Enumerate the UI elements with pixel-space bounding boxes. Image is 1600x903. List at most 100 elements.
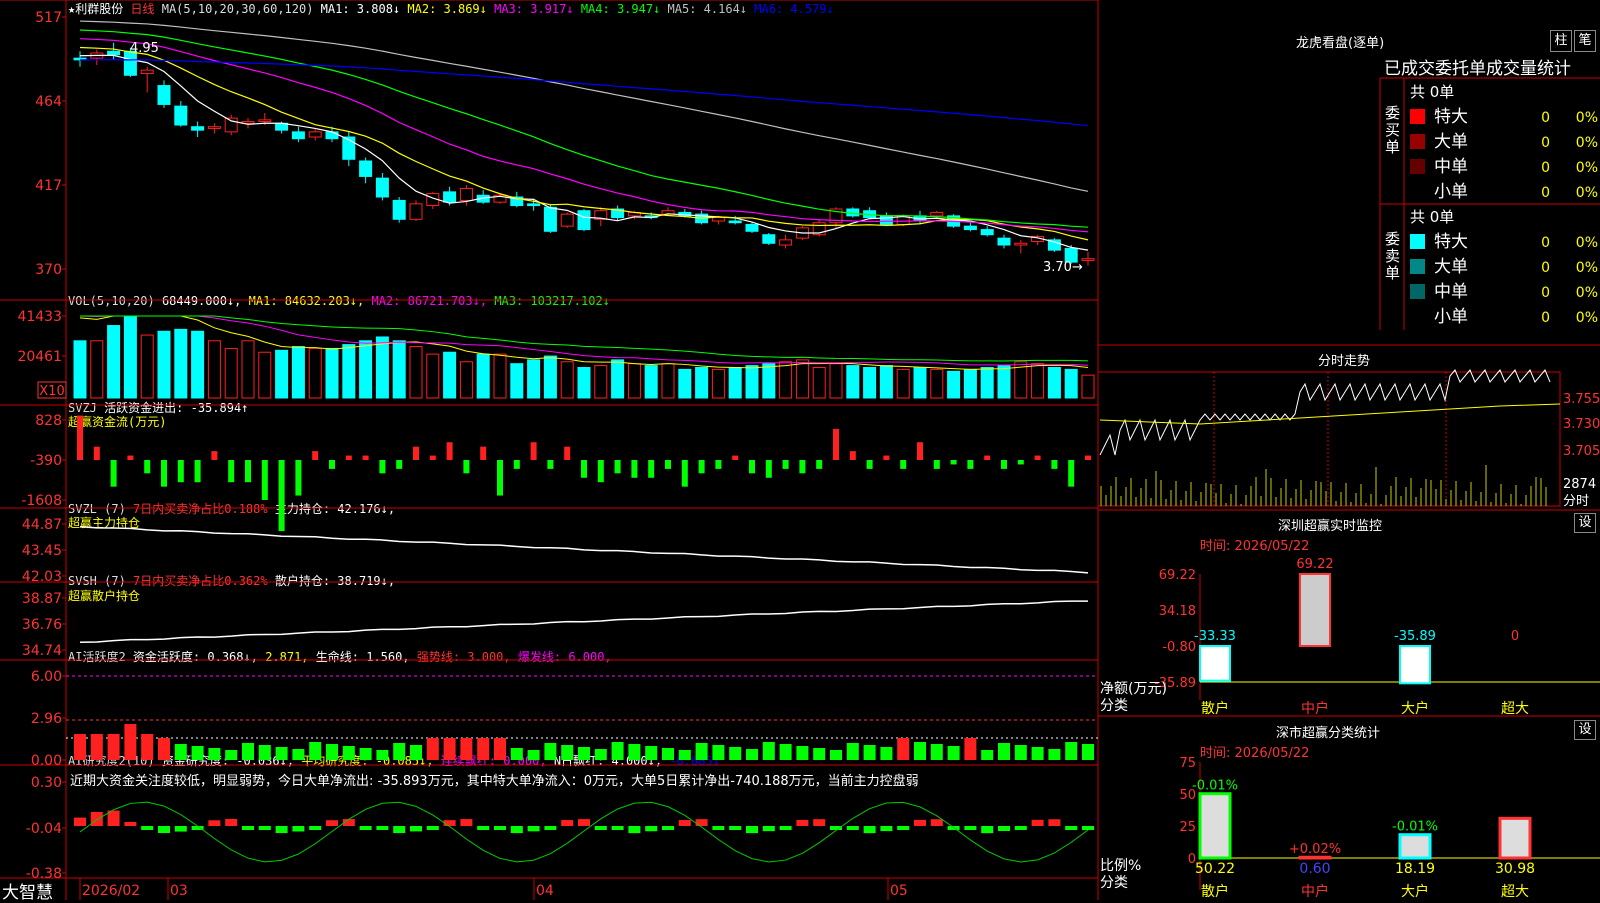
fund-flow-bar [429,455,436,460]
fund-flow-bar [177,460,184,483]
sell-row-swatch [1410,284,1425,299]
research-bar [1065,826,1078,830]
candle-body [174,105,188,126]
sell-row-label: 特大 [1434,232,1468,252]
activity-bar [275,747,288,760]
class-yname-1: 比例% [1100,858,1141,874]
chart-canvas[interactable]: 4.95 3.70→ 特大 0 0% 大单 0 0% 中单 0 0% 小单 0 0% 特大 0 0% 大单 0 0%… [0,0,1600,900]
sell-row-count: 0 [1541,235,1550,251]
activity-bar [258,745,271,760]
research-bar [460,819,473,826]
buy-row-pct: 0% [1576,110,1598,126]
activity-bar [1048,749,1061,760]
class-bar-value: 18.19 [1395,861,1435,877]
research-bar [326,820,338,826]
fund-flow-bar [581,460,587,478]
class-category: 大户 [1401,883,1429,900]
research-bar [376,826,389,830]
research-bar [611,826,624,830]
svzj-tick: -1608 [21,493,62,509]
monitor-bar [1399,645,1431,685]
activity-bar [326,744,338,760]
fund-flow-bar [866,460,873,469]
volume-bar [258,351,272,399]
candle-body [325,131,339,140]
price-tick: 370 [35,262,62,278]
buy-row-pct: 0% [1576,185,1598,201]
volume-bar [913,366,927,399]
monitor-bar-value: 0 [1511,629,1519,644]
class-change: +0.02% [1289,842,1341,857]
class-bar-value: 0.60 [1299,861,1330,877]
research-bar [914,819,926,826]
volume-bar [577,366,591,399]
monitor-bar [1199,645,1231,682]
fund-flow-bar [362,455,369,460]
research-bar [846,826,859,830]
fund-flow-bar [1017,460,1024,465]
research-bar [174,826,187,832]
low-annotation: 3.70→ [1043,260,1083,275]
fund-flow-bar [379,460,386,474]
sell-row-count: 0 [1541,310,1550,326]
volume-bar [695,366,709,399]
buy-row-label: 特大 [1434,107,1468,127]
research-bar [813,819,826,826]
fund-flow-bar [295,460,302,496]
class-bar [1298,855,1332,860]
candle-body [359,160,373,177]
fund-flow-bar [127,455,134,460]
volume-bar [930,368,944,399]
activity-bar [561,745,574,760]
research-bar [796,819,809,826]
volume-bar [560,361,574,399]
fund-flow-bar [312,451,319,460]
candle-body [1014,242,1028,246]
price-tick: 517 [35,10,62,26]
fund-flow-bar [698,460,705,474]
activity-bar [527,750,540,760]
research-bar [645,826,658,832]
intraday-tick: 3.730 [1563,417,1600,432]
research-bar [544,826,557,830]
fund-flow-bar [883,455,890,460]
fund-flow-bar [782,460,789,469]
fund-flow-bar [1001,460,1007,469]
fund-flow-bar [849,451,856,460]
fund-flow-bar [681,460,688,487]
candle-body [140,69,154,75]
activity-bar [477,738,490,760]
main-holding-line [79,525,1089,574]
activity-bar [981,750,994,760]
volume-bar [711,368,725,399]
volume-bar [275,349,289,399]
sell-row-pct: 0% [1576,260,1598,276]
research-bar [292,826,305,832]
vol-tick: 41433 [17,309,62,325]
activity-bar [158,738,170,760]
fund-flow-bar [463,460,470,474]
svsh-tick: 34.74 [22,643,62,659]
monitor-tick: 69.22 [1159,568,1196,583]
activity-bar [813,748,826,760]
volume-bar [846,365,860,399]
activity-bar [359,748,372,760]
volume-bar [594,365,608,399]
intraday-vol-label: 分时 [1563,494,1589,509]
activity-bar [998,743,1010,760]
volume-bar [510,363,524,399]
activity-bar [628,744,641,760]
candle-body [779,239,793,246]
research-bar [158,826,170,834]
buy-row-label: 小单 [1434,182,1468,202]
volume-bar [207,340,221,399]
activity-bar [678,750,691,760]
volume-bar [140,334,154,399]
intraday-vol-max: 2874 [1563,477,1596,492]
fund-flow-bar [228,460,235,483]
volume-bar [527,359,541,399]
fund-flow-bar [614,460,621,474]
activity-bar [1082,744,1094,760]
volume-bar [896,368,910,399]
volume-bar [829,363,843,399]
